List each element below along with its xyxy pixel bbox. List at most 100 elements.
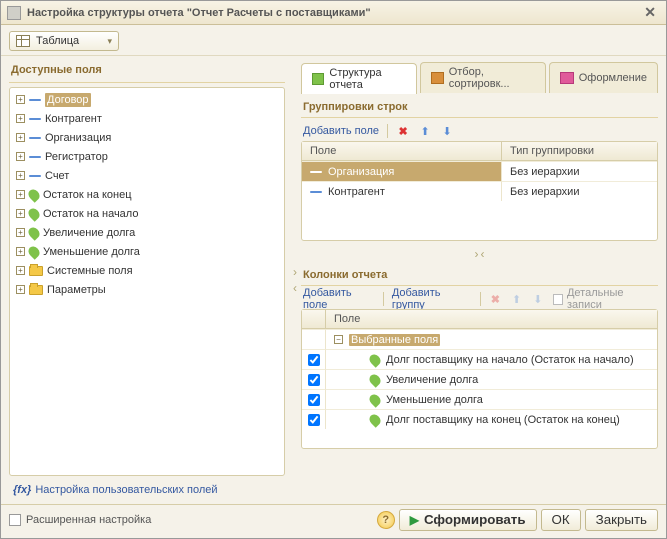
tree-item[interactable]: + Счет <box>10 166 284 185</box>
leaf-icon <box>26 244 42 260</box>
tree-item[interactable]: + Системные поля <box>10 261 284 280</box>
form-button-label: Сформировать <box>424 512 526 527</box>
folder-icon <box>29 266 43 276</box>
leaf-icon <box>367 372 383 388</box>
grouping-row[interactable]: ОрганизацияБез иерархии <box>302 161 657 181</box>
tabs: Структура отчета Отбор, сортировк... Офо… <box>301 60 658 93</box>
structure-icon <box>312 73 324 85</box>
col-header-check <box>302 310 326 328</box>
tree-item[interactable]: + Остаток на конец <box>10 185 284 204</box>
table-mode-selector[interactable]: Таблица ▾ <box>9 31 119 51</box>
collapse-icon[interactable]: − <box>334 335 343 344</box>
grouping-type: Без иерархии <box>502 181 657 201</box>
expand-icon[interactable]: + <box>16 114 25 123</box>
filter-icon <box>431 72 443 84</box>
move-right-icon[interactable]: › <box>293 265 297 279</box>
user-fields-link[interactable]: {fx} Настройка пользовательских полей <box>9 476 285 500</box>
checkbox-icon <box>553 294 563 305</box>
tree-item-label: Регистратор <box>45 151 108 163</box>
close-button-label: Закрыть <box>596 512 647 527</box>
dash-icon <box>29 99 41 101</box>
ok-button[interactable]: ОК <box>541 509 581 531</box>
expand-icon[interactable]: + <box>16 95 25 104</box>
field-tree[interactable]: +Договор+Контрагент+Организация+Регистра… <box>9 87 285 476</box>
tab-filter-sort[interactable]: Отбор, сортировк... <box>420 62 545 93</box>
columns-root-row[interactable]: − Выбранные поля <box>302 329 657 349</box>
help-button[interactable]: ? <box>377 511 395 529</box>
move-left-icon[interactable]: ‹ <box>481 247 485 261</box>
expand-icon[interactable]: + <box>16 133 25 142</box>
tree-item-label: Остаток на конец <box>43 189 132 201</box>
tree-item[interactable]: +Параметры <box>10 280 284 299</box>
advanced-settings-checkbox[interactable]: Расширенная настройка <box>9 514 151 526</box>
form-report-button[interactable]: ▶ Сформировать <box>399 509 537 531</box>
leaf-icon <box>367 352 383 368</box>
footer: Расширенная настройка ? ▶ Сформировать О… <box>1 504 666 534</box>
expand-icon[interactable]: + <box>16 266 25 275</box>
move-left-icon[interactable]: ‹ <box>293 281 297 295</box>
dash-icon <box>29 156 41 158</box>
column-checkbox[interactable] <box>308 414 320 426</box>
expand-icon[interactable]: + <box>16 190 25 199</box>
detail-records-checkbox[interactable]: Детальные записи <box>553 287 657 311</box>
column-row[interactable]: Увеличение долга <box>302 369 657 389</box>
column-label: Увеличение долга <box>386 374 478 386</box>
groupings-title: Группировки строк <box>301 99 658 118</box>
close-button[interactable]: Закрыть <box>585 509 658 531</box>
expand-icon[interactable]: + <box>16 152 25 161</box>
column-checkbox[interactable] <box>308 374 320 386</box>
splitter-horizontal[interactable]: › ‹ <box>301 247 658 261</box>
add-group-link[interactable]: Добавить группу <box>392 287 472 311</box>
expand-icon[interactable]: + <box>16 209 25 218</box>
window-title: Настройка структуры отчета "Отчет Расчет… <box>27 7 371 19</box>
add-field-link[interactable]: Добавить поле <box>303 125 379 137</box>
tree-item-label: Счет <box>45 170 69 182</box>
splitter-vertical[interactable]: › ‹ <box>289 56 301 504</box>
column-checkbox[interactable] <box>308 354 320 366</box>
columns-grid[interactable]: Поле − Выбранные поля Долг поставщику на… <box>301 309 658 449</box>
window-icon <box>7 6 21 20</box>
tree-item[interactable]: + Увеличение долга <box>10 223 284 242</box>
tree-item-label: Уменьшение долга <box>43 246 140 258</box>
column-row[interactable]: Долг поставщику на начало (Остаток на на… <box>302 349 657 369</box>
tree-item[interactable]: +Контрагент <box>10 109 284 128</box>
chevron-down-icon: ▾ <box>107 36 112 47</box>
tree-item[interactable]: + Регистратор <box>10 147 284 166</box>
dash-icon <box>310 191 322 193</box>
delete-icon[interactable]: ✖ <box>396 124 410 138</box>
expand-icon[interactable]: + <box>16 247 25 256</box>
tree-item-label: Системные поля <box>47 265 133 277</box>
grouping-type: Без иерархии <box>502 161 657 181</box>
tree-item[interactable]: + Уменьшение долга <box>10 242 284 261</box>
advanced-settings-label: Расширенная настройка <box>26 514 151 526</box>
move-down-icon: ⬇ <box>531 292 544 306</box>
tree-item-label: Увеличение долга <box>43 227 135 239</box>
expand-icon[interactable]: + <box>16 285 25 294</box>
tree-item[interactable]: +Договор <box>10 90 284 109</box>
move-right-icon[interactable]: › <box>475 247 479 261</box>
move-down-icon[interactable]: ⬇ <box>440 124 454 138</box>
expand-icon[interactable]: + <box>16 228 25 237</box>
tree-item[interactable]: +Остаток на начало <box>10 204 284 223</box>
move-up-icon[interactable]: ⬆ <box>418 124 432 138</box>
add-field-link[interactable]: Добавить поле <box>303 287 375 311</box>
design-icon <box>560 72 574 84</box>
tab-design[interactable]: Оформление <box>549 62 658 93</box>
column-row[interactable]: Уменьшение долга <box>302 389 657 409</box>
leaf-icon <box>26 206 42 222</box>
expand-icon[interactable]: + <box>16 171 25 180</box>
groupings-grid[interactable]: Поле Тип группировки ОрганизацияБез иера… <box>301 141 658 241</box>
leaf-icon <box>367 412 383 428</box>
close-icon[interactable]: ✕ <box>640 4 660 21</box>
dash-icon <box>29 137 41 139</box>
leaf-icon <box>26 187 42 203</box>
separator <box>387 124 388 138</box>
column-checkbox[interactable] <box>308 394 320 406</box>
separator <box>480 292 481 306</box>
tab-structure[interactable]: Структура отчета <box>301 63 417 94</box>
separator <box>383 292 384 306</box>
column-row[interactable]: Долг поставщику на конец (Остаток на кон… <box>302 409 657 429</box>
tree-item[interactable]: +Организация <box>10 128 284 147</box>
grouping-field: Контрагент <box>328 186 385 198</box>
grouping-row[interactable]: Контрагент Без иерархии <box>302 181 657 201</box>
